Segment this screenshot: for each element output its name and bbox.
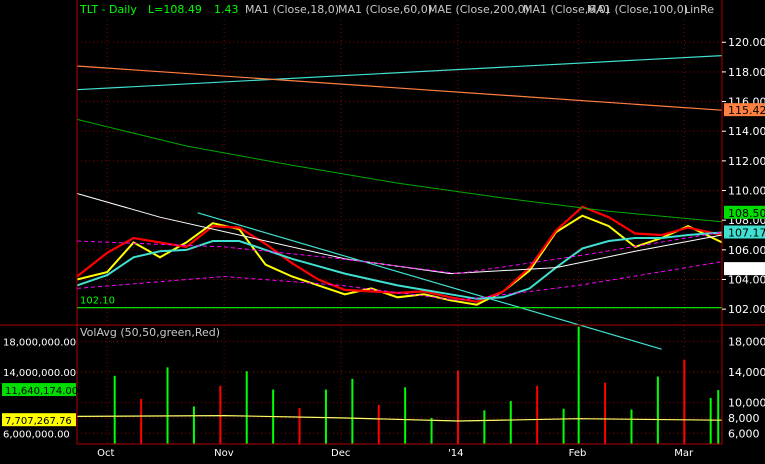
x-tick-label: Dec [331, 448, 350, 459]
volume-bar[interactable] [577, 326, 580, 444]
volume-panel-title: VolAvg (50,50,green,Red) [80, 326, 220, 339]
volume-bar[interactable] [113, 375, 116, 444]
header-last: L=108.49 [148, 3, 202, 16]
volume-tick-label-left: 18,000,000.00 [3, 337, 76, 348]
volume-tick-label-right: 10,000 [728, 397, 765, 410]
volume-bar[interactable] [192, 406, 195, 444]
price-tick-label: 106.00 [728, 244, 765, 257]
header-change: 1.43 [214, 3, 239, 16]
volume-bar[interactable] [483, 410, 486, 444]
volume-tick-label-left: 6,000,000.00 [3, 429, 70, 440]
price-tick-label: 118.00 [728, 66, 765, 79]
price-tick-label: 110.00 [728, 185, 765, 198]
volume-tick-label-right: 18,000 [728, 335, 765, 348]
x-tick-label: Nov [214, 448, 234, 459]
price-tick-label: 120.00 [728, 36, 765, 49]
volume-tick-label-left: 14,000,000.00 [3, 368, 76, 379]
volume-bar[interactable] [324, 389, 327, 444]
volume-bar[interactable] [709, 398, 712, 444]
volume-bar[interactable] [656, 376, 659, 444]
price-tick-label: 114.00 [728, 125, 765, 138]
volume-tick-label-right: 14,000 [728, 366, 765, 379]
header-symbol: TLT - Daily [79, 3, 137, 16]
volume-bar[interactable] [404, 387, 407, 444]
price-tag-label: 107.17 [728, 227, 765, 240]
header-study-ma100: MA1 (Close,100,0) [587, 3, 688, 16]
volume-bar[interactable] [683, 359, 686, 444]
volume-bar[interactable] [456, 370, 459, 444]
header-study-ma18: MA1 (Close,18,0) [245, 3, 339, 16]
stock-chart[interactable]: 102.10 102.00 104.00 106.00 108.00 110.00 112… [0, 0, 765, 460]
volume-tick-label-right: 8,000 [728, 412, 760, 425]
x-tick-label: Mar [674, 448, 694, 459]
x-tick-label: Oct [97, 448, 114, 459]
volume-bar[interactable] [140, 398, 143, 444]
volume-bar[interactable] [604, 382, 607, 444]
volume-tick-label-right: 6,000 [728, 427, 760, 440]
volume-bar[interactable] [562, 408, 565, 444]
price-tag [724, 262, 765, 276]
price-tag-label: 108.50 [728, 207, 765, 220]
header-study-ma60: MA1 (Close,60,0) [338, 3, 432, 16]
volume-bar[interactable] [536, 385, 539, 444]
volume-bar[interactable] [351, 378, 354, 444]
volume-bar[interactable] [166, 367, 169, 444]
price-tick-label: 112.00 [728, 155, 765, 168]
header-study-linreg: LinRe [684, 3, 714, 16]
price-tag-label: 115.42 [728, 104, 765, 117]
header-study-mae200: MAE (Close,200,0) [428, 3, 529, 16]
volume-tag-label: 7,707,267.76 [5, 416, 72, 427]
x-tick-label: '14 [448, 448, 463, 459]
support-label: 102.10 [80, 296, 115, 307]
volume-tag-label: 11,640,174.00 [5, 386, 78, 397]
price-tick-label: 102.00 [728, 303, 765, 316]
volume-bar[interactable] [298, 407, 301, 444]
volume-bar[interactable] [630, 409, 633, 444]
volume-bar[interactable] [430, 417, 433, 444]
volume-bar[interactable] [245, 371, 248, 444]
volume-bar[interactable] [509, 401, 512, 444]
volume-bar[interactable] [377, 404, 380, 444]
volume-bar[interactable] [219, 385, 222, 444]
x-tick-label: Feb [569, 448, 587, 459]
price-tick-label: 104.00 [728, 274, 765, 287]
volume-bar[interactable] [717, 390, 720, 444]
